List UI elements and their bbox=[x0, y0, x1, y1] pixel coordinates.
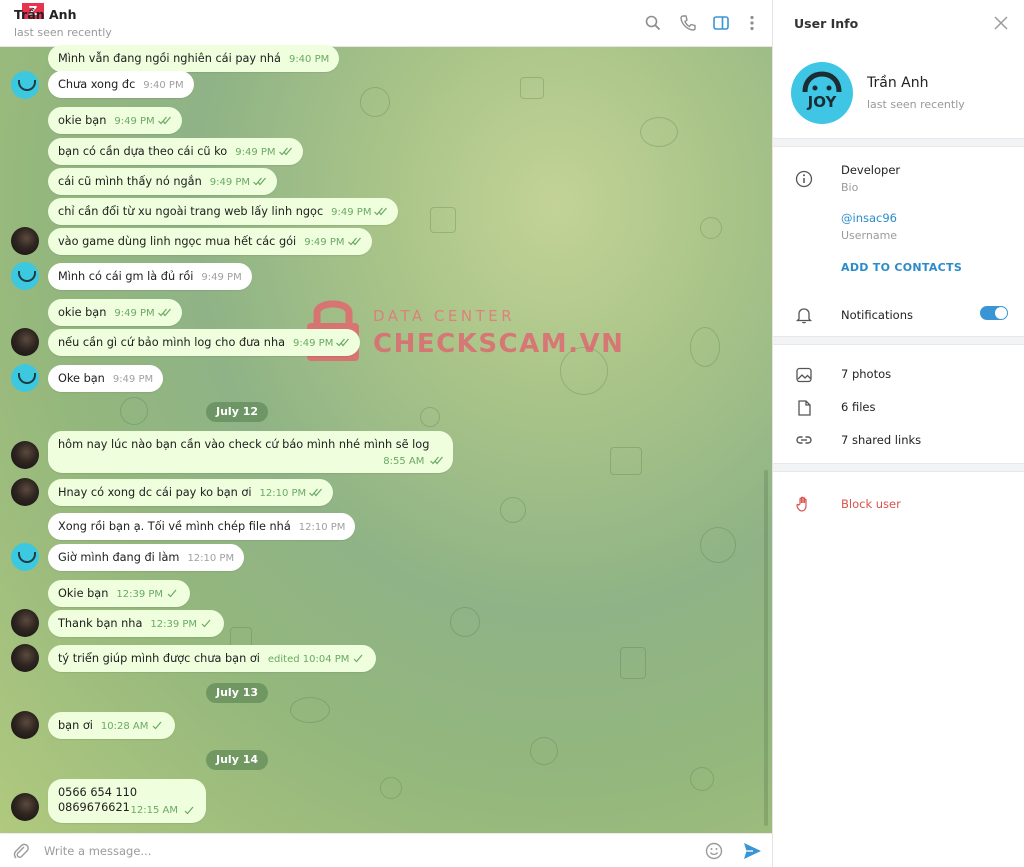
double-check-icon bbox=[278, 147, 293, 156]
message-input[interactable] bbox=[44, 841, 644, 861]
message-bubble[interactable]: nếu cần gì cứ bảo mình log cho đưa nha 9:… bbox=[48, 329, 361, 356]
double-check-icon bbox=[253, 177, 267, 186]
date-separator: July 14 bbox=[206, 750, 269, 770]
shared-photos[interactable]: 7 photos bbox=[841, 367, 891, 381]
avatar[interactable] bbox=[11, 262, 39, 290]
check-icon bbox=[183, 806, 197, 815]
double-check-icon bbox=[157, 116, 172, 125]
message-bubble[interactable]: Thank bạn nha 12:39 PM bbox=[48, 610, 225, 637]
watermark-line1: DATA CENTER bbox=[373, 307, 516, 325]
avatar[interactable] bbox=[11, 441, 39, 469]
profile-avatar-text: JOY bbox=[807, 93, 838, 111]
avatar[interactable] bbox=[11, 644, 39, 672]
message-bubble[interactable]: 0566 654 110 0869676621 12:15 AM bbox=[48, 779, 206, 823]
sidebar-toggle-icon[interactable] bbox=[712, 14, 730, 32]
more-icon[interactable] bbox=[743, 14, 761, 32]
shared-files[interactable]: 6 files bbox=[841, 400, 875, 414]
double-check-icon bbox=[336, 338, 350, 347]
check-icon bbox=[200, 619, 214, 628]
username-value[interactable]: @insac96 bbox=[841, 211, 897, 225]
avatar[interactable] bbox=[11, 609, 39, 637]
date-separator: July 12 bbox=[206, 402, 269, 422]
message-bubble[interactable]: bạn ơi 10:28 AM bbox=[48, 712, 176, 739]
avatar[interactable] bbox=[11, 227, 39, 255]
avatar[interactable] bbox=[11, 71, 39, 99]
chat-header: Z Trần Anh last seen recently bbox=[0, 0, 772, 47]
watermark: DATA CENTER CHECKSCAM.VN bbox=[305, 283, 645, 379]
file-icon bbox=[798, 400, 811, 416]
date-separator: July 13 bbox=[206, 683, 269, 703]
divider bbox=[773, 138, 1024, 147]
check-icon bbox=[352, 654, 366, 663]
add-to-contacts-button[interactable]: ADD TO CONTACTS bbox=[841, 261, 962, 274]
message-bubble[interactable]: cái cũ mình thấy nó ngắn 9:49 PM bbox=[48, 168, 278, 195]
avatar[interactable] bbox=[11, 478, 39, 506]
avatar[interactable] bbox=[11, 711, 39, 739]
avatar[interactable] bbox=[11, 793, 39, 821]
photo-icon bbox=[796, 367, 812, 383]
message-bubble[interactable]: Mình vẫn đang ngồi nghiên cái pay nhá 9:4… bbox=[48, 45, 340, 72]
block-user-button[interactable]: Block user bbox=[841, 497, 901, 511]
phone-icon[interactable] bbox=[679, 14, 697, 32]
profile-status: last seen recently bbox=[867, 98, 965, 111]
user-info-panel: User Info JOY Trần Anh last seen recentl… bbox=[772, 0, 1024, 867]
message-bubble[interactable]: okie bạn 9:49 PM bbox=[48, 107, 182, 134]
message-bubble[interactable]: Oke bạn 9:49 PM bbox=[48, 365, 164, 392]
chat-status: last seen recently bbox=[14, 26, 112, 39]
double-check-icon bbox=[347, 237, 362, 246]
message-bubble[interactable]: hôm nay lúc nào bạn cần vào check cứ báo… bbox=[48, 431, 454, 473]
message-bubble[interactable]: Giờ mình đang đi làm 12:10 PM bbox=[48, 544, 245, 571]
link-icon bbox=[796, 436, 812, 444]
divider bbox=[773, 336, 1024, 345]
message-bubble[interactable]: chỉ cần đổi từ xu ngoài trang web lấy li… bbox=[48, 198, 399, 225]
avatar[interactable] bbox=[11, 364, 39, 392]
profile-avatar[interactable]: JOY bbox=[791, 62, 853, 124]
search-icon[interactable] bbox=[644, 14, 662, 32]
chat-scrollbar[interactable] bbox=[764, 470, 768, 826]
bio-value: Developer bbox=[841, 163, 901, 177]
message-bubble[interactable]: tý triển giúp mình được chưa bạn ơi edite… bbox=[48, 645, 377, 672]
attach-icon[interactable] bbox=[12, 842, 30, 860]
panel-title: User Info bbox=[794, 16, 859, 31]
double-check-icon bbox=[430, 456, 444, 465]
double-check-icon bbox=[157, 308, 172, 317]
username-label: Username bbox=[841, 229, 898, 242]
emoji-icon[interactable] bbox=[705, 842, 723, 860]
chat-title[interactable]: Trần Anh bbox=[14, 7, 76, 22]
message-bubble[interactable]: Mình có cái gm là đủ rồi 9:49 PM bbox=[48, 263, 252, 290]
double-check-icon bbox=[374, 207, 388, 216]
block-hand-icon bbox=[796, 496, 807, 512]
message-bubble[interactable]: Chưa xong đc 9:40 PM bbox=[48, 71, 194, 98]
check-icon bbox=[166, 589, 180, 598]
notifications-label: Notifications bbox=[841, 308, 913, 322]
profile-name: Trần Anh bbox=[867, 75, 929, 91]
message-bubble[interactable]: Okie bạn 12:39 PM bbox=[48, 580, 191, 607]
bell-icon bbox=[795, 308, 813, 324]
info-icon bbox=[795, 170, 813, 188]
bio-label: Bio bbox=[841, 181, 859, 194]
notifications-toggle[interactable] bbox=[980, 306, 1008, 320]
divider bbox=[773, 463, 1024, 472]
avatar[interactable] bbox=[11, 543, 39, 571]
message-bubble[interactable]: okie bạn 9:49 PM bbox=[48, 299, 182, 326]
compose-bar bbox=[0, 833, 772, 867]
message-bubble[interactable]: Hnay có xong dc cái pay ko bạn ơi 12:10 P… bbox=[48, 479, 334, 506]
check-icon bbox=[151, 721, 165, 730]
watermark-line2: CHECKSCAM.VN bbox=[373, 329, 625, 359]
message-bubble[interactable]: bạn có cần dựa theo cái cũ ko 9:49 PM bbox=[48, 138, 303, 165]
send-icon[interactable] bbox=[742, 841, 762, 861]
double-check-icon bbox=[309, 488, 323, 497]
close-icon[interactable] bbox=[994, 16, 1008, 30]
message-bubble[interactable]: vào game dùng linh ngọc mua hết các gói 9… bbox=[48, 228, 372, 255]
shared-links[interactable]: 7 shared links bbox=[841, 433, 921, 447]
chat-area: Z Trần Anh last seen recently DATA CENTE… bbox=[0, 0, 772, 867]
message-bubble[interactable]: Xong rồi bạn ạ. Tối về mình chép file nh… bbox=[48, 513, 356, 540]
avatar[interactable] bbox=[11, 328, 39, 356]
